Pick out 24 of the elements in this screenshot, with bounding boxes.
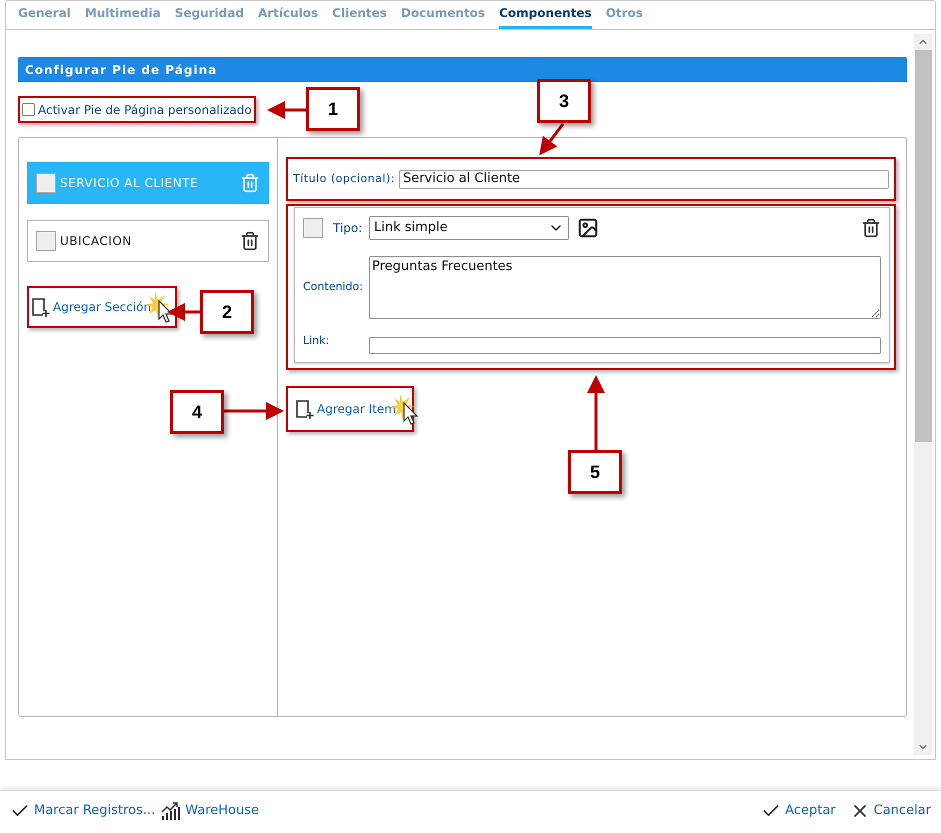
callout-number: 5 bbox=[568, 450, 622, 494]
footer-button[interactable]: Cancelar bbox=[850, 801, 931, 821]
field-label: Link: bbox=[303, 333, 330, 350]
title-input[interactable]: Servicio al Cliente bbox=[398, 170, 889, 188]
section-name: SERVICIO AL CLIENTE bbox=[60, 175, 200, 192]
section-header: Configurar Pie de Página bbox=[18, 57, 907, 82]
callout-number: 2 bbox=[200, 290, 254, 334]
type-select[interactable]: Link simple bbox=[369, 216, 569, 240]
callout-number: 4 bbox=[170, 390, 224, 434]
add-section-button[interactable]: Agregar Sección bbox=[32, 297, 152, 317]
tab[interactable]: Componentes bbox=[499, 4, 592, 29]
footer-button[interactable]: Marcar Registros... bbox=[10, 801, 156, 821]
add-item-button[interactable]: Agregar Item bbox=[296, 399, 396, 419]
checkbox-label: Activar Pie de Página personalizado bbox=[38, 102, 252, 118]
section-name: UBICACION bbox=[60, 233, 133, 250]
section-item[interactable]: UBICACION bbox=[27, 220, 269, 262]
content-textarea[interactable]: Preguntas Frecuentes bbox=[369, 256, 881, 319]
callout-number: 3 bbox=[537, 79, 591, 123]
footer-button[interactable]: Aceptar bbox=[761, 801, 836, 821]
footer-button[interactable]: WareHouse bbox=[161, 801, 259, 821]
field-label: Contenido: bbox=[303, 279, 364, 296]
callout-number: 1 bbox=[306, 87, 360, 131]
field-label: Tipo: bbox=[333, 220, 364, 237]
field-label: Título (opcional): bbox=[293, 170, 395, 187]
